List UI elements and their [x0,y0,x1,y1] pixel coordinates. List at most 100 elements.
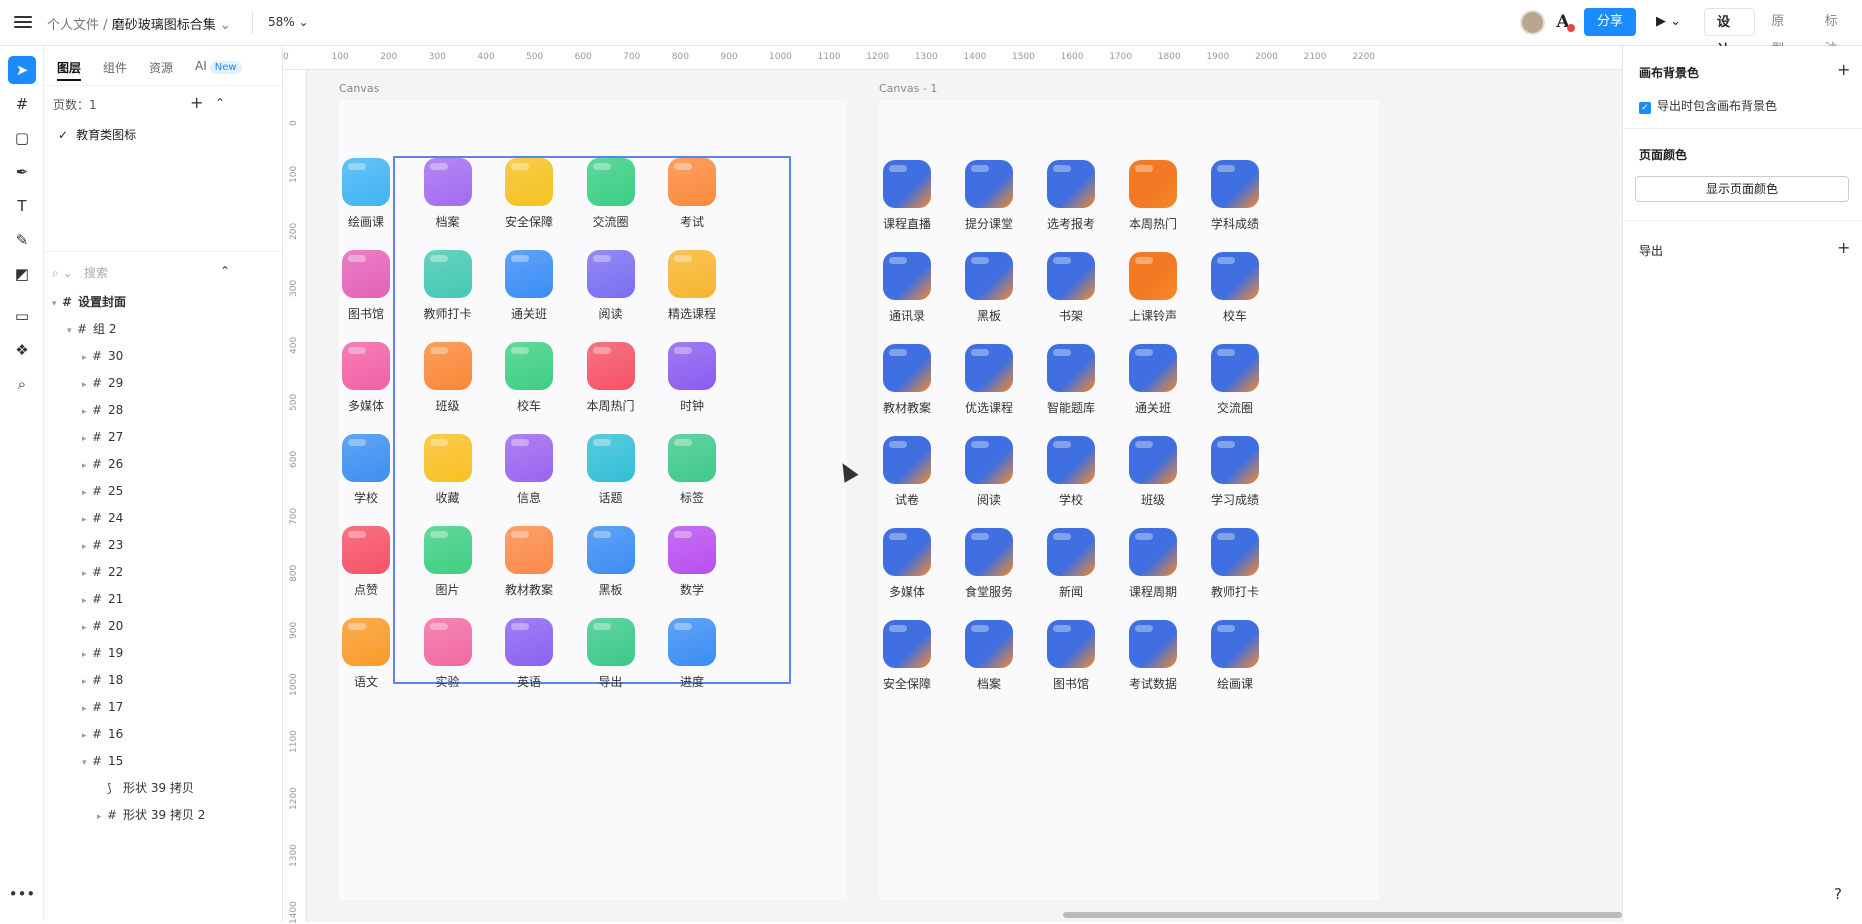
tab-ai[interactable]: AI New [195,59,242,85]
icon-tile[interactable]: 试卷 [867,436,947,508]
tab-components[interactable]: 组件 [103,59,127,85]
icon-tile[interactable]: 点赞 [326,526,406,598]
icon-tile[interactable]: 档案 [408,158,488,230]
icon-tile[interactable]: 绘画课 [1195,620,1275,692]
collapse-icon[interactable]: ⌃ [220,264,230,278]
icon-tile[interactable]: 通关班 [489,250,569,322]
breadcrumb-root[interactable]: 个人文件 [47,18,99,33]
pen-icon[interactable]: ✒ [8,158,36,186]
pointer-icon[interactable]: ➤ [8,56,36,84]
page-item[interactable]: ✓ 教育类图标 [58,126,136,143]
icon-tile[interactable]: 班级 [408,342,488,414]
icon-tile[interactable]: 图片 [408,526,488,598]
icon-tile[interactable]: 教材教案 [489,526,569,598]
icon-tile[interactable]: 话题 [571,434,651,506]
icon-tile[interactable]: 数学 [652,526,732,598]
icon-tile[interactable]: 绘画课 [326,158,406,230]
icon-tile[interactable]: 信息 [489,434,569,506]
search-icon[interactable]: ⌕ [8,370,36,398]
slice-icon[interactable]: ◩ [8,260,36,288]
icon-tile[interactable]: 精选课程 [652,250,732,322]
icon-tile[interactable]: 实验 [408,618,488,690]
icon-tile[interactable]: 学习成绩 [1195,436,1275,508]
icon-tile[interactable]: 考试 [652,158,732,230]
plus-icon[interactable]: + [1837,60,1850,79]
chevron-down-icon[interactable]: ⌄ [220,18,231,33]
icon-tile[interactable]: 课程周期 [1113,528,1193,600]
tab-annotate[interactable]: 标注 [1813,8,1862,57]
icon-tile[interactable]: 食堂服务 [949,528,1029,600]
caret-icon[interactable]: ▾ [82,747,92,779]
search-input[interactable]: ⌕ ⌄ 搜索 [52,264,108,281]
icon-tile[interactable]: 时钟 [652,342,732,414]
text-icon[interactable]: T [8,192,36,220]
icon-tile[interactable]: 学科成绩 [1195,160,1275,232]
plus-icon[interactable]: + [1837,238,1850,257]
font-a-icon[interactable]: A [1551,10,1575,34]
tab-layers[interactable]: 图层 [57,59,82,81]
frame-icon[interactable]: # [8,90,36,118]
help-icon[interactable]: ? [1826,882,1850,906]
caret-icon[interactable]: ▾ [67,315,77,347]
icon-tile[interactable]: 教师打卡 [1195,528,1275,600]
more-icon[interactable]: ••• [8,880,36,908]
icon-tile[interactable]: 收藏 [408,434,488,506]
icon-tile[interactable]: 提分课堂 [949,160,1029,232]
icon-tile[interactable]: 智能题库 [1031,344,1111,416]
show-page-color-button[interactable]: 显示页面颜色 [1635,176,1849,202]
pencil-icon[interactable]: ✎ [8,226,36,254]
icon-tile[interactable]: 档案 [949,620,1029,692]
canvas-area[interactable]: 0 100 200 300 400 500 600 700 800 900 1000 1100 1200… [283,46,1622,924]
chevron-up-icon[interactable]: ⌃ [215,96,225,110]
icon-tile[interactable]: 图书馆 [1031,620,1111,692]
icon-tile[interactable]: 安全保障 [867,620,947,692]
icon-tile[interactable]: 多媒体 [326,342,406,414]
icon-tile[interactable]: 上课铃声 [1113,252,1193,324]
tab-prototype[interactable]: 原型 [1759,8,1808,57]
tab-design[interactable]: 设计 [1704,8,1756,58]
tab-assets[interactable]: 资源 [149,59,173,85]
plugin-icon[interactable]: ❖ [8,336,36,364]
play-button[interactable]: ▶ ⌄ [1656,14,1681,29]
rect-icon[interactable]: ▢ [8,124,36,152]
icon-tile[interactable]: 优选课程 [949,344,1029,416]
horizontal-scrollbar[interactable] [1063,912,1622,918]
icon-tile[interactable]: 学校 [1031,436,1111,508]
icon-tile[interactable]: 选考报考 [1031,160,1111,232]
artboard-label[interactable]: Canvas [339,82,379,95]
icon-tile[interactable]: 考试数据 [1113,620,1193,692]
caret-icon[interactable]: ▾ [52,288,62,320]
icon-tile[interactable]: 多媒体 [867,528,947,600]
layer-row[interactable]: ▸ # 形状 39 拷贝 2 [97,799,205,831]
icon-tile[interactable]: 语文 [326,618,406,690]
icon-tile[interactable]: 阅读 [571,250,651,322]
icon-tile[interactable]: 教材教案 [867,344,947,416]
share-button[interactable]: 分享 [1584,8,1636,36]
zoom-dropdown[interactable]: 58% ⌄ [268,15,309,29]
export-bg-checkbox[interactable]: ✓ 导出时包含画布背景色 [1639,97,1777,114]
caret-icon[interactable]: ▸ [97,801,107,833]
icon-tile[interactable]: 通关班 [1113,344,1193,416]
icon-tile[interactable]: 进度 [652,618,732,690]
icon-tile[interactable]: 交流圈 [571,158,651,230]
icon-tile[interactable]: 通讯录 [867,252,947,324]
avatar[interactable] [1520,10,1545,35]
icon-tile[interactable]: 新闻 [1031,528,1111,600]
icon-tile[interactable]: 交流圈 [1195,344,1275,416]
selection-box[interactable] [393,156,791,684]
icon-tile[interactable]: 阅读 [949,436,1029,508]
icon-tile[interactable]: 校车 [489,342,569,414]
icon-tile[interactable]: 校车 [1195,252,1275,324]
file-name[interactable]: 磨砂玻璃图标合集 [112,18,216,33]
comment-icon[interactable]: ▭ [8,302,36,330]
plus-icon[interactable]: + [190,93,203,112]
icon-tile[interactable]: 教师打卡 [408,250,488,322]
icon-tile[interactable]: 黑板 [949,252,1029,324]
menu-icon[interactable] [14,13,32,31]
icon-tile[interactable]: 导出 [571,618,651,690]
icon-tile[interactable]: 书架 [1031,252,1111,324]
icon-tile[interactable]: 图书馆 [326,250,406,322]
icon-tile[interactable]: 黑板 [571,526,651,598]
icon-tile[interactable]: 英语 [489,618,569,690]
icon-tile[interactable]: 本周热门 [1113,160,1193,232]
